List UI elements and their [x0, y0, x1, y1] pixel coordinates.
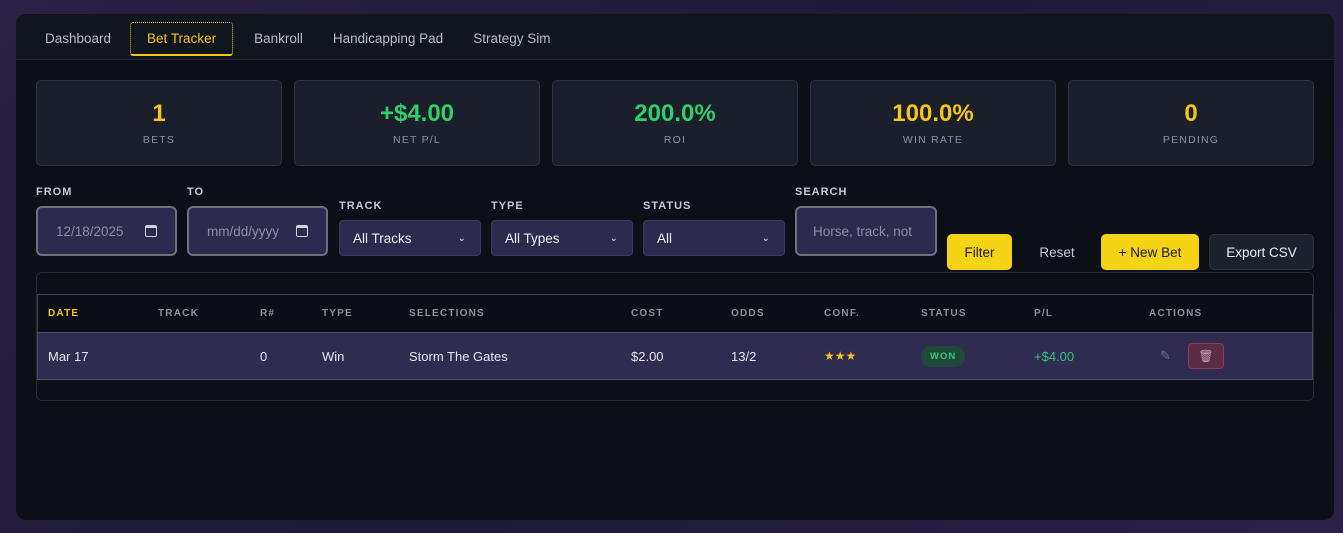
cell-selections: Storm The Gates	[409, 348, 508, 364]
stat-label: NET P/L	[393, 134, 441, 146]
main-panel: Dashboard Bet Tracker Bankroll Handicapp…	[16, 14, 1334, 520]
from-label: FROM	[36, 186, 73, 198]
delete-icon[interactable]: 🗑	[1188, 343, 1224, 369]
table-header: DATE TRACK R# TYPE SELECTIONS COST ODDS …	[37, 294, 1313, 332]
status-label: STATUS	[643, 200, 692, 212]
tab-bankroll[interactable]: Bankroll	[243, 22, 322, 56]
stat-card-roi: 200.0% ROI	[552, 80, 798, 166]
cell-cost: $2.00	[631, 348, 664, 364]
column-cost[interactable]: COST	[631, 295, 664, 331]
stat-value: +$4.00	[379, 100, 455, 127]
column-selections[interactable]: SELECTIONS	[409, 295, 485, 331]
star-rating-icon: ★★★	[824, 349, 857, 363]
column-track[interactable]: TRACK	[158, 295, 199, 331]
search-placeholder: Horse, track, not	[813, 223, 913, 239]
stat-label: PENDING	[1162, 134, 1220, 146]
stat-value: 1	[152, 100, 166, 127]
track-select-value: All Tracks	[353, 230, 412, 246]
stat-card-net-pl: +$4.00 NET P/L	[294, 80, 540, 166]
column-status[interactable]: STATUS	[921, 295, 967, 331]
column-actions: ACTIONS	[1149, 307, 1203, 319]
stat-card-pending: 0 PENDING	[1068, 80, 1314, 166]
type-filter: TYPE All Types ⌄	[491, 200, 633, 256]
calendar-icon[interactable]	[296, 225, 308, 237]
to-date-placeholder: mm/dd/yyyy	[207, 223, 280, 239]
column-race-number[interactable]: R#	[260, 295, 275, 331]
to-filter: TO mm/dd/yyyy	[187, 186, 328, 256]
filter-button[interactable]: Filter	[947, 234, 1012, 270]
cell-status: WON	[921, 333, 966, 379]
stat-label: WIN RATE	[902, 134, 964, 146]
cell-type: Win	[322, 348, 345, 364]
tab-bar: Dashboard Bet Tracker Bankroll Handicapp…	[16, 14, 1334, 60]
cell-race-number: 0	[260, 348, 268, 364]
track-label: TRACK	[339, 200, 383, 212]
cell-date: Mar 17	[48, 348, 89, 364]
stat-value: 200.0%	[634, 100, 716, 127]
tab-bet-tracker[interactable]: Bet Tracker	[130, 21, 234, 56]
from-date-input[interactable]: 12/18/2025	[36, 206, 177, 256]
stat-card-bets: 1 BETS	[36, 80, 282, 166]
chevron-down-icon: ⌄	[609, 232, 618, 244]
calendar-icon[interactable]	[145, 225, 157, 237]
type-label: TYPE	[491, 200, 524, 212]
tab-dashboard[interactable]: Dashboard	[34, 22, 130, 56]
search-filter: SEARCH Horse, track, not	[795, 186, 937, 256]
stats-row: 1 BETS +$4.00 NET P/L 200.0% ROI 100.0% …	[36, 80, 1314, 166]
new-bet-button[interactable]: + New Bet	[1101, 234, 1199, 270]
from-date-value: 12/18/2025	[56, 223, 124, 239]
track-filter: TRACK All Tracks ⌄	[339, 200, 481, 256]
column-pl[interactable]: P/L	[1034, 295, 1053, 331]
export-csv-button[interactable]: Export CSV	[1209, 234, 1314, 270]
column-odds[interactable]: ODDS	[731, 295, 765, 331]
stat-card-win-rate: 100.0% WIN RATE	[810, 80, 1056, 166]
tab-handicapping-pad[interactable]: Handicapping Pad	[322, 22, 462, 56]
type-select-value: All Types	[505, 230, 560, 246]
edit-icon[interactable]: ✎	[1160, 333, 1171, 379]
track-select[interactable]: All Tracks ⌄	[339, 220, 481, 256]
chevron-down-icon: ⌄	[457, 232, 466, 244]
filter-bar: FROM 12/18/2025 TO mm/dd/yyyy TRACK All …	[36, 186, 1314, 270]
to-label: TO	[187, 186, 205, 198]
status-badge: WON	[921, 345, 966, 367]
stat-label: BETS	[142, 134, 176, 146]
search-label: SEARCH	[795, 186, 848, 198]
stat-label: ROI	[663, 134, 687, 146]
status-select[interactable]: All ⌄	[643, 220, 785, 256]
stat-value: 100.0%	[892, 100, 974, 127]
column-date[interactable]: DATE	[48, 295, 79, 331]
bets-table: DATE TRACK R# TYPE SELECTIONS COST ODDS …	[36, 272, 1314, 401]
cell-delete: 🗑	[1188, 333, 1224, 379]
status-select-value: All	[657, 230, 673, 246]
type-select[interactable]: All Types ⌄	[491, 220, 633, 256]
tab-strategy-sim[interactable]: Strategy Sim	[462, 22, 569, 56]
column-type[interactable]: TYPE	[322, 295, 353, 331]
column-confidence[interactable]: CONF.	[824, 295, 860, 331]
to-date-input[interactable]: mm/dd/yyyy	[187, 206, 328, 256]
status-filter: STATUS All ⌄	[643, 200, 785, 256]
search-input[interactable]: Horse, track, not	[795, 206, 937, 256]
table-row[interactable]: Mar 17 0 Win Storm The Gates $2.00 13/2 …	[37, 332, 1313, 380]
stat-value: 0	[1184, 100, 1198, 127]
from-filter: FROM 12/18/2025	[36, 186, 177, 256]
cell-odds: 13/2	[731, 348, 757, 364]
reset-button[interactable]: Reset	[1024, 234, 1090, 270]
cell-pl: +$4.00	[1034, 348, 1075, 364]
chevron-down-icon: ⌄	[761, 232, 770, 244]
